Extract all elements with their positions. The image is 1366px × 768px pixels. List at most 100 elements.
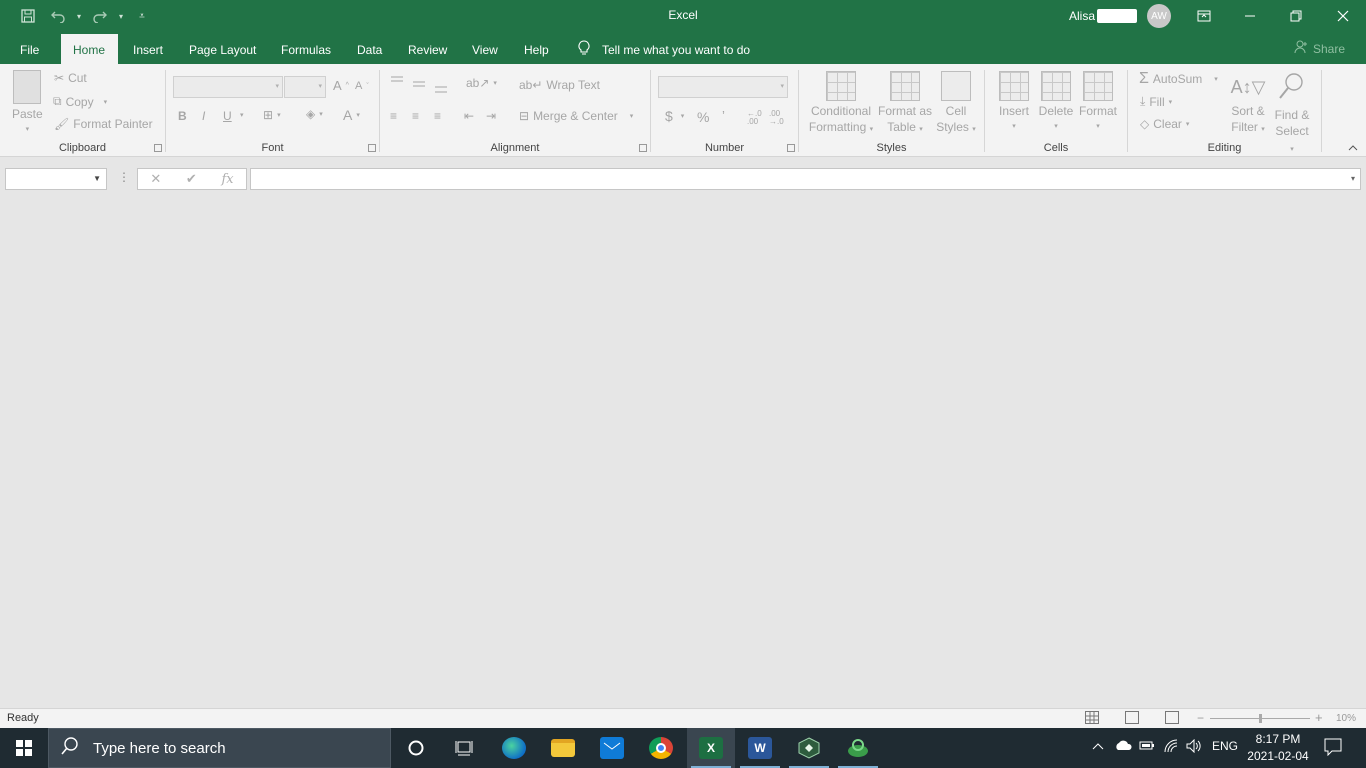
language-indicator[interactable]: ENG (1212, 739, 1238, 753)
app-icon[interactable] (785, 728, 833, 768)
font-dialog-launcher[interactable] (368, 144, 376, 152)
comma-button[interactable]: ’ (722, 108, 725, 123)
normal-view-icon[interactable] (1085, 711, 1099, 724)
collapse-ribbon-icon[interactable] (1348, 143, 1358, 154)
align-left-icon[interactable]: ≡ (390, 109, 397, 123)
borders-button[interactable]: ⊞ ▾ (263, 108, 281, 122)
user-name[interactable]: Alisa (1069, 9, 1095, 23)
task-view-icon[interactable] (440, 728, 488, 768)
font-name-combo[interactable]: ▾ (173, 76, 283, 98)
autosum-button[interactable]: Σ AutoSum ▾ (1139, 70, 1218, 88)
expand-formula-bar-icon[interactable]: ▾ (1351, 174, 1355, 183)
number-format-combo[interactable]: ▾ (658, 76, 788, 98)
middle-align-icon[interactable] (412, 79, 426, 91)
taskbar-search[interactable]: Type here to search (48, 728, 391, 768)
merge-center-button[interactable]: ⊟ Merge & Center ▾ (519, 109, 633, 123)
fill-color-button[interactable]: ◈ ▾ (306, 107, 323, 121)
word-icon[interactable]: W (736, 728, 784, 768)
edge-icon[interactable] (490, 728, 538, 768)
wifi-icon[interactable] (1163, 739, 1179, 756)
chrome-icon[interactable] (637, 728, 685, 768)
bold-button[interactable]: B (178, 109, 187, 123)
notifications-icon[interactable] (1324, 738, 1342, 759)
formula-bar-splitter-icon[interactable]: ⋮ (118, 170, 130, 184)
app2-icon[interactable] (834, 728, 882, 768)
clipboard-dialog-launcher[interactable] (154, 144, 162, 152)
bottom-align-icon[interactable] (434, 82, 448, 94)
tab-page-layout[interactable]: Page Layout (177, 40, 268, 64)
percent-button[interactable]: % (697, 109, 709, 125)
ribbon-display-options-icon[interactable] (1181, 0, 1227, 32)
cell-styles-button[interactable]: Cell Styles ▾ (935, 71, 977, 138)
page-break-view-icon[interactable] (1165, 711, 1179, 724)
format-cells-button[interactable]: Format ▾ (1078, 71, 1118, 135)
onedrive-icon[interactable] (1114, 739, 1132, 754)
conditional-formatting-button[interactable]: Conditional Formatting ▾ (807, 71, 875, 138)
insert-cells-button[interactable]: Insert ▾ (995, 71, 1033, 135)
underline-dropdown-icon[interactable]: ▾ (240, 111, 244, 119)
copy-button[interactable]: ⧉ Copy ▾ (53, 94, 107, 109)
clock[interactable]: 8:17 PM 2021-02-04 (1242, 731, 1314, 765)
tell-me-search[interactable]: Tell me what you want to do (578, 40, 750, 59)
mail-icon[interactable] (588, 728, 636, 768)
increase-font-size-button[interactable]: A ^ (333, 78, 349, 93)
number-dialog-launcher[interactable] (787, 144, 795, 152)
excel-icon[interactable]: X (687, 728, 735, 768)
italic-button[interactable]: I (202, 109, 205, 123)
tab-view[interactable]: View (460, 40, 510, 64)
orientation-button[interactable]: ab↗ ▾ (466, 76, 497, 90)
restore-icon[interactable] (1273, 0, 1319, 32)
folder-icon[interactable] (539, 728, 587, 768)
top-align-icon[interactable] (390, 76, 404, 88)
tab-home[interactable]: Home (61, 34, 118, 64)
name-box[interactable]: ▼ (5, 168, 107, 190)
close-icon[interactable] (1320, 0, 1366, 32)
zoom-in-icon[interactable]: + (1315, 710, 1323, 725)
decrease-font-size-button[interactable]: Aˇ (355, 80, 369, 92)
clear-button[interactable]: ◇ Clear ▾ (1140, 117, 1189, 131)
format-as-table-button[interactable]: Format as Table ▾ (877, 71, 933, 138)
wrap-text-button[interactable]: ab↵ Wrap Text (519, 78, 600, 92)
font-size-combo[interactable]: ▾ (284, 76, 326, 98)
cut-button[interactable]: ✂ Cut (54, 71, 87, 85)
windows-start-icon[interactable] (0, 728, 48, 768)
find-select-label: Find & (1274, 108, 1310, 122)
empty-workspace (0, 201, 1366, 708)
tab-data[interactable]: Data (345, 40, 394, 64)
show-hidden-icons-icon[interactable] (1092, 739, 1104, 753)
delete-cells-button[interactable]: Delete ▾ (1037, 71, 1075, 135)
paste-button[interactable]: Paste ▾ (12, 70, 43, 138)
volume-icon[interactable] (1186, 738, 1202, 756)
format-painter-button[interactable]: 🖌 Format Painter (54, 117, 153, 131)
underline-button[interactable]: U (223, 109, 232, 123)
formula-input[interactable]: ▾ (250, 168, 1361, 190)
increase-indent-icon[interactable]: ⇥ (486, 109, 496, 123)
cancel-icon[interactable]: ✕ (150, 171, 161, 187)
tab-help[interactable]: Help (512, 40, 561, 64)
page-layout-view-icon[interactable] (1125, 711, 1139, 724)
tab-insert[interactable]: Insert (121, 40, 175, 64)
tab-review[interactable]: Review (396, 40, 459, 64)
battery-icon[interactable] (1139, 739, 1155, 754)
insert-function-icon[interactable]: fx (221, 172, 233, 187)
zoom-slider-thumb[interactable] (1259, 714, 1262, 723)
zoom-out-icon[interactable]: − (1197, 711, 1204, 725)
decrease-indent-icon[interactable]: ⇤ (464, 109, 474, 123)
tab-formulas[interactable]: Formulas (269, 40, 343, 64)
currency-button[interactable]: $ ▾ (665, 108, 684, 124)
align-center-icon[interactable]: ≡ (412, 109, 419, 123)
minimize-icon[interactable] (1227, 0, 1273, 32)
cortana-icon[interactable] (392, 728, 440, 768)
font-color-button[interactable]: A ▾ (343, 107, 360, 123)
avatar[interactable]: AW (1147, 4, 1171, 28)
fill-button[interactable]: ⤓ Fill ▾ (1140, 94, 1172, 109)
increase-decimal-button[interactable]: ←.0 .00 (747, 110, 767, 126)
zoom-level[interactable]: 10% (1336, 713, 1356, 724)
enter-icon[interactable]: ✔ (186, 171, 197, 187)
align-right-icon[interactable]: ≡ (434, 109, 441, 123)
decrease-decimal-button[interactable]: .00 →.0 (769, 110, 789, 126)
sort-filter-button[interactable]: A↕▽ Sort & Filter ▾ (1228, 71, 1268, 138)
tab-file[interactable]: File (8, 40, 51, 64)
share-button[interactable]: Share (1294, 40, 1345, 57)
alignment-dialog-launcher[interactable] (639, 144, 647, 152)
